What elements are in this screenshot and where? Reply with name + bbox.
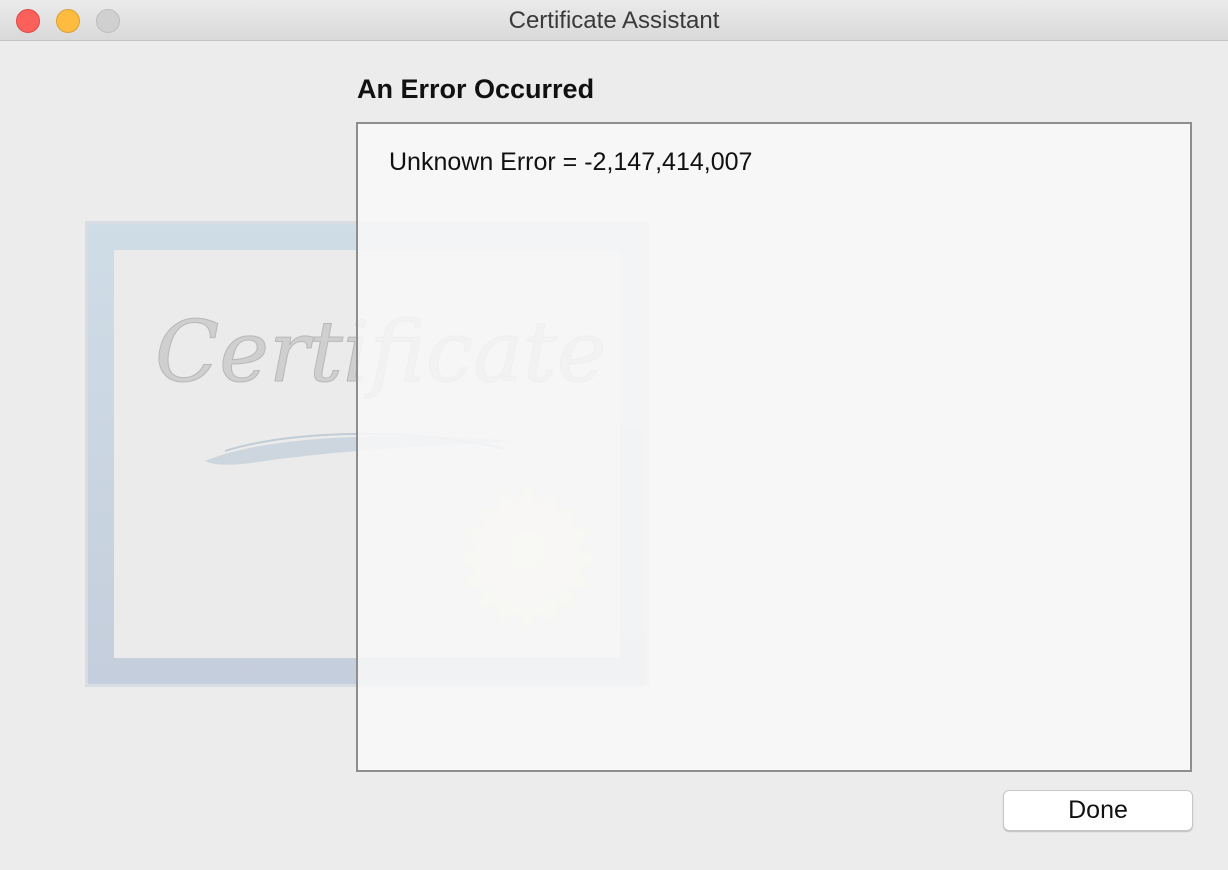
error-message-box: Unknown Error = -2,147,414,007 (356, 122, 1192, 772)
window-title: Certificate Assistant (508, 7, 720, 34)
done-button[interactable]: Done (1003, 790, 1193, 831)
title-bar: Certificate Assistant (0, 0, 1228, 41)
certificate-assistant-window: Certificate Assistant Certificate An Err… (0, 0, 1228, 870)
error-message: Unknown Error = -2,147,414,007 (389, 148, 753, 176)
error-heading: An Error Occurred (357, 74, 595, 104)
